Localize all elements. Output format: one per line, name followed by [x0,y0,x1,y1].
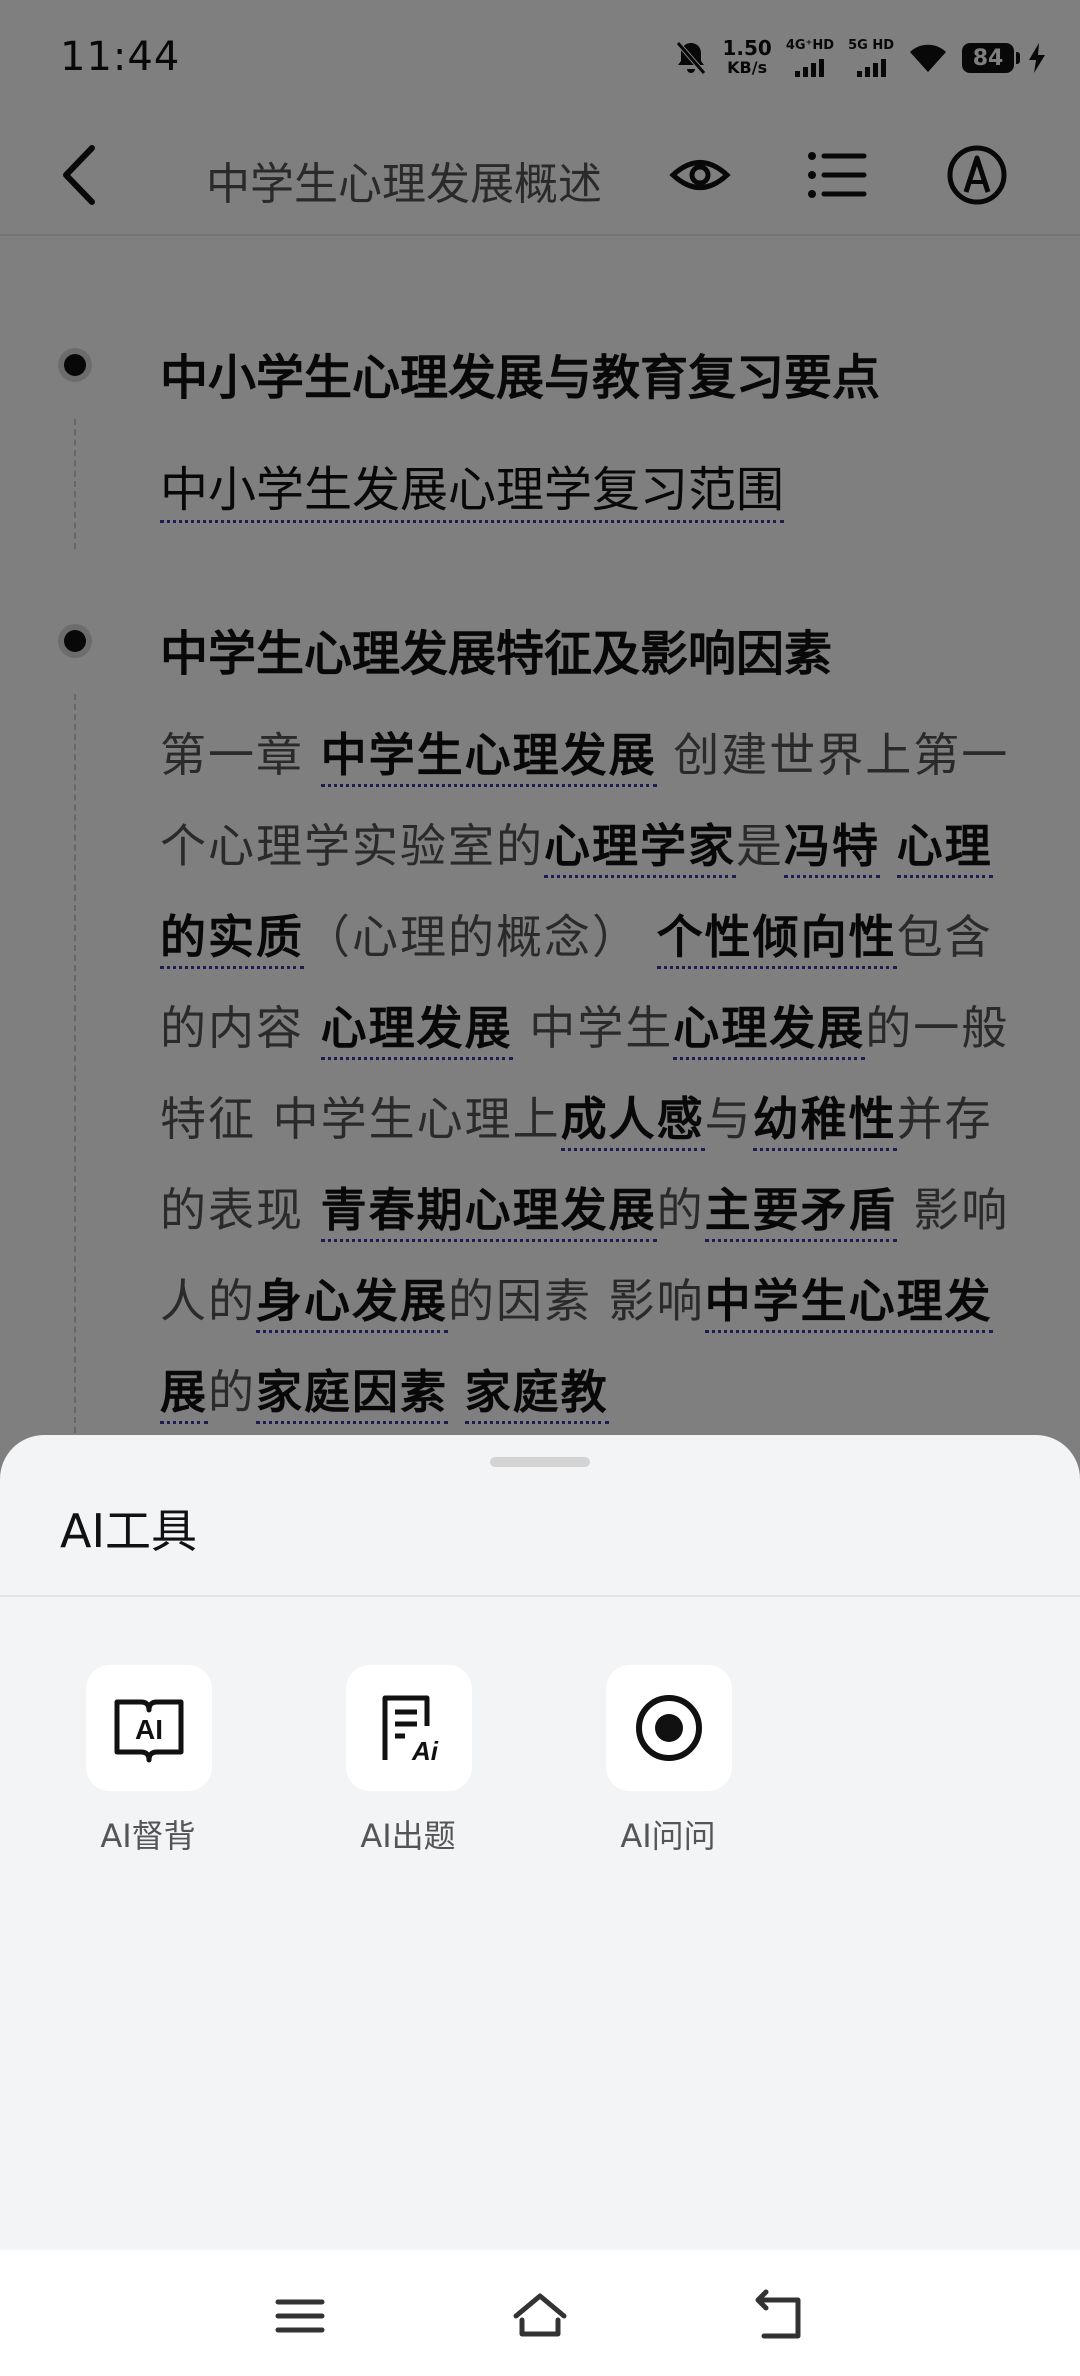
svg-text:AI: AI [135,1714,163,1745]
ai-question-icon: Ai [382,1695,439,1766]
tool-ai-ask[interactable]: AI问问 [568,1665,768,1855]
sheet-divider [0,1595,1080,1597]
tool-ai-quiz[interactable]: Ai AI出题 [308,1665,508,1855]
svg-text:Ai: Ai [411,1736,439,1766]
ai-ask-icon [636,1695,702,1761]
home-icon[interactable] [510,2286,570,2346]
tool-tile[interactable] [606,1665,732,1791]
tool-ai-recite[interactable]: AI AI督背 [48,1665,248,1855]
tool-tile[interactable]: Ai [346,1665,472,1791]
ai-tools-sheet: AI工具 AI AI督背 Ai AI出题 AI问问 [0,1435,1080,2250]
sheet-grabber[interactable] [490,1457,590,1467]
tool-label: AI问问 [620,1817,716,1855]
tool-label: AI督背 [100,1817,196,1855]
tool-label: AI出题 [360,1817,456,1855]
system-nav-bar [0,2250,1080,2376]
screen: 11:44 1.50 KB/s 4G⁺HD 5G HD [0,0,1080,2376]
sheet-title: AI工具 [60,1504,198,1558]
tool-tile[interactable]: AI [86,1665,212,1791]
back-nav-icon[interactable] [750,2286,810,2346]
ai-book-icon: AI [114,1699,184,1763]
menu-icon[interactable] [270,2286,330,2346]
